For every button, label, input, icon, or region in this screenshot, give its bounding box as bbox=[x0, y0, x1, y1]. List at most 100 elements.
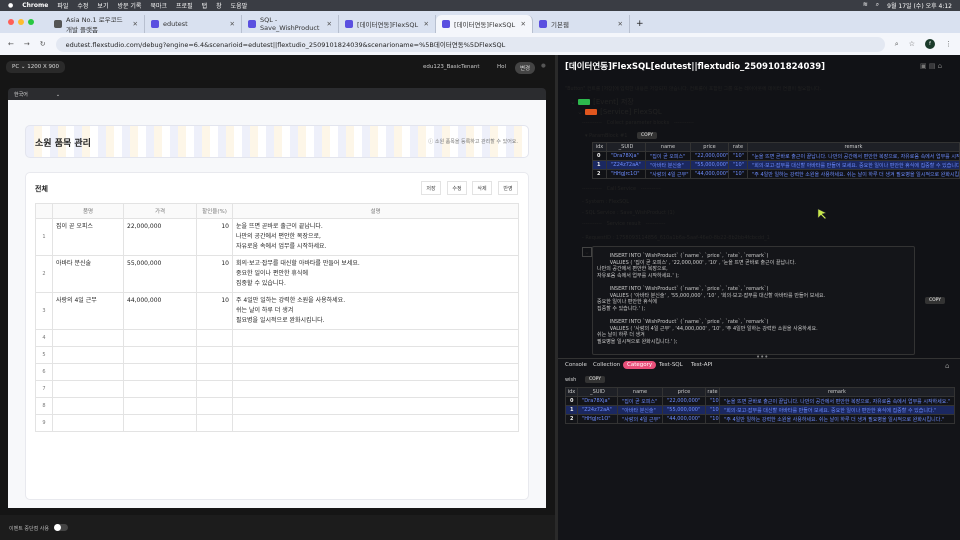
empty-cell[interactable] bbox=[52, 346, 124, 364]
cell-rate[interactable]: 10 bbox=[196, 218, 233, 256]
data-row[interactable]: 0"Dra78Xja""집이 곧 오피스""22,000,000""10""눈을… bbox=[565, 396, 955, 406]
data-row[interactable]: 2"HHgJrc1O""사랑의 4일 근무""44,000,000""10""주… bbox=[592, 169, 960, 179]
empty-cell[interactable] bbox=[123, 380, 197, 398]
close-icon[interactable]: ✕ bbox=[424, 20, 429, 28]
browser-tab-active[interactable]: [데이터연동]FlexSQL ✕ bbox=[436, 15, 533, 33]
menu-app[interactable]: Chrome bbox=[22, 2, 48, 9]
menu-help[interactable]: 도움말 bbox=[231, 1, 248, 10]
browser-tab[interactable]: Asia No.1 로우코드 개발 플랫폼 ✕ bbox=[48, 15, 145, 34]
cell-price[interactable]: 55,000,000 bbox=[123, 255, 197, 293]
empty-cell[interactable] bbox=[52, 414, 124, 432]
edit-button[interactable]: 수정 bbox=[447, 181, 467, 195]
empty-cell[interactable] bbox=[196, 363, 233, 381]
col-price[interactable]: 가격 bbox=[123, 203, 197, 219]
data-row[interactable]: 2"HHgJrc1O""사랑의 4일 근무""44,000,000""10""주… bbox=[565, 414, 955, 424]
menu-tab[interactable]: 탭 bbox=[202, 1, 208, 10]
empty-cell[interactable] bbox=[123, 397, 197, 415]
menu-profile[interactable]: 프로필 bbox=[176, 1, 193, 10]
cell-price[interactable]: 22,000,000 bbox=[123, 218, 197, 256]
param-block-node[interactable]: ▾ ParamBlock #1 bbox=[585, 133, 627, 139]
empty-cell[interactable] bbox=[123, 346, 197, 364]
cell-remark[interactable]: 눈을 뜨면 곧바로 출근이 끝납니다. 나만의 공간에서 편안한 복장으로, 자유로… bbox=[232, 218, 519, 256]
clock[interactable]: 9월 17일 (수) 오후 4:12 bbox=[887, 1, 952, 10]
empty-cell[interactable] bbox=[232, 329, 519, 347]
breakpoint-toggle[interactable] bbox=[54, 524, 68, 531]
browser-tab[interactable]: [데이터연동]FlexSQL ✕ bbox=[339, 15, 436, 33]
zoom-icon[interactable]: ⌕ bbox=[895, 40, 899, 49]
empty-cell[interactable] bbox=[232, 414, 519, 432]
empty-cell[interactable] bbox=[196, 346, 233, 364]
table-row-empty[interactable]: 9 bbox=[35, 414, 519, 432]
tab-collection[interactable]: Collection bbox=[593, 362, 620, 368]
empty-cell[interactable] bbox=[123, 329, 197, 347]
empty-cell[interactable] bbox=[123, 414, 197, 432]
close-icon[interactable]: ✕ bbox=[618, 20, 623, 28]
apply-button[interactable]: 반영 bbox=[498, 181, 518, 195]
collapse-icon[interactable]: ⌄ bbox=[582, 247, 592, 257]
menu-bookmarks[interactable]: 북마크 bbox=[150, 1, 167, 10]
tab-test-api[interactable]: Test-API bbox=[691, 362, 712, 368]
cell-rate[interactable]: 10 bbox=[196, 255, 233, 293]
more-icon[interactable]: ⋮ bbox=[945, 40, 952, 48]
empty-cell[interactable] bbox=[52, 380, 124, 398]
empty-cell[interactable] bbox=[52, 397, 124, 415]
browser-tab[interactable]: SQL - Save_WishProduct ✕ bbox=[242, 15, 339, 33]
empty-cell[interactable] bbox=[196, 397, 233, 415]
table-row[interactable]: 1 집이 곧 오피스 22,000,000 10 눈을 뜨면 곧바로 출근이 끝납니다.… bbox=[35, 218, 519, 256]
empty-cell[interactable] bbox=[196, 329, 233, 347]
close-icon[interactable]: ✕ bbox=[230, 20, 235, 28]
menu-view[interactable]: 보기 bbox=[97, 1, 108, 10]
cell-remark[interactable]: 회의·보고·잡무를 대신할 아바타를 만들어 보세요. 중요한 일이나 편안한 휴… bbox=[232, 255, 519, 293]
close-icon[interactable]: ✕ bbox=[521, 20, 526, 28]
empty-cell[interactable] bbox=[196, 414, 233, 432]
apple-icon[interactable]: ● bbox=[8, 2, 13, 9]
empty-cell[interactable] bbox=[196, 380, 233, 398]
empty-cell[interactable] bbox=[232, 397, 519, 415]
table-row-empty[interactable]: 7 bbox=[35, 380, 519, 398]
table-row[interactable]: 3 사랑의 4일 근무 44,000,000 10 주 4일만 일하는 강력한 소원을 … bbox=[35, 292, 519, 330]
data-row[interactable]: 1"Z24z72aA""아바타 분신술""55,000,000""10""회의·… bbox=[592, 160, 960, 170]
cell-name[interactable]: 아바타 분신술 bbox=[52, 255, 124, 293]
save-button[interactable]: 저장 bbox=[421, 181, 441, 195]
tab-console[interactable]: Console bbox=[565, 362, 587, 368]
forward-icon[interactable]: → bbox=[24, 40, 30, 48]
empty-cell[interactable] bbox=[232, 363, 519, 381]
col-remark[interactable]: 설명 bbox=[232, 203, 519, 219]
window-controls[interactable] bbox=[8, 19, 34, 25]
cell-remark[interactable]: 주 4일만 일하는 강력한 소원을 사용하세요. 쉬는 날이 하루 더 생겨 필요병… bbox=[232, 292, 519, 330]
clear-icon[interactable]: ⌂ bbox=[945, 362, 949, 370]
cell-rate[interactable]: 10 bbox=[196, 292, 233, 330]
table-row-empty[interactable]: 4 bbox=[35, 329, 519, 347]
tab-test-sql[interactable]: Test-SQL bbox=[659, 362, 683, 368]
panel-icons[interactable]: ▣ ▤ ⌂ bbox=[920, 62, 942, 70]
empty-cell[interactable] bbox=[232, 346, 519, 364]
search-icon[interactable]: ⌕ bbox=[876, 1, 879, 10]
reload-icon[interactable]: ↻ bbox=[40, 40, 46, 48]
empty-cell[interactable] bbox=[123, 363, 197, 381]
data-row[interactable]: 1"Z24z72aA""아바타 분신술""55,000,000""10""회의·… bbox=[565, 405, 955, 415]
col-rate[interactable]: 할인율(%) bbox=[196, 203, 233, 219]
menu-edit[interactable]: 수정 bbox=[77, 1, 88, 10]
menu-window[interactable]: 창 bbox=[216, 1, 222, 10]
delete-button[interactable]: 삭제 bbox=[472, 181, 492, 195]
new-tab-button[interactable]: + bbox=[630, 19, 650, 33]
empty-cell[interactable] bbox=[52, 329, 124, 347]
col-name[interactable]: 품명 bbox=[52, 203, 124, 219]
table-row-empty[interactable]: 6 bbox=[35, 363, 519, 381]
url-input[interactable]: edutest.flexstudio.com/debug?engine=6.4&… bbox=[55, 36, 885, 52]
table-row-empty[interactable]: 8 bbox=[35, 397, 519, 415]
menu-file[interactable]: 파일 bbox=[57, 1, 68, 10]
close-icon[interactable]: ✕ bbox=[327, 20, 332, 28]
tab-category[interactable]: Category bbox=[623, 361, 657, 369]
back-icon[interactable]: ← bbox=[8, 40, 14, 48]
copy-dataset-button[interactable]: COPY bbox=[585, 376, 606, 383]
copy-params-button[interactable]: COPY bbox=[637, 132, 658, 139]
copy-sql-button[interactable]: COPY bbox=[925, 297, 946, 304]
browser-tab[interactable]: edutest ✕ bbox=[145, 15, 242, 33]
empty-cell[interactable] bbox=[52, 363, 124, 381]
service-node[interactable]: ⌄ [Service] FlexSQL bbox=[577, 108, 662, 116]
wifi-icon[interactable]: ≋ bbox=[863, 1, 868, 10]
empty-cell[interactable] bbox=[232, 380, 519, 398]
browser-tab[interactable]: 기본웹 ✕ bbox=[533, 15, 630, 33]
settings-icon[interactable]: ● bbox=[541, 63, 546, 69]
